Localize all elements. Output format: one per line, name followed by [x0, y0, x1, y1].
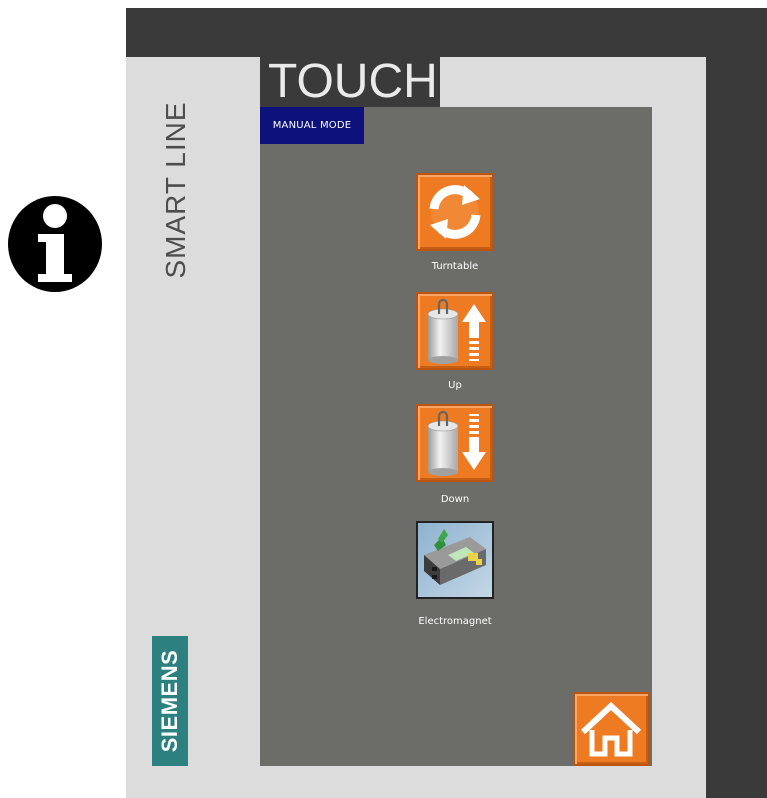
turntable-button[interactable] [416, 173, 494, 251]
down-label: Down [440, 494, 470, 505]
electromagnet-machine-icon [418, 523, 492, 597]
product-title: TOUCH [260, 57, 440, 107]
rotate-arrows-icon [429, 185, 481, 239]
home-icon [580, 701, 642, 757]
turntable-label: Turntable [431, 261, 479, 272]
siemens-logo-text: SIEMENS [157, 649, 182, 753]
electromagnet-label: Electromagnet [418, 616, 492, 627]
up-button[interactable] [416, 292, 494, 370]
cylinder-down-icon [427, 410, 486, 476]
down-button[interactable] [416, 404, 494, 482]
series-label: SMART LINE [160, 101, 191, 279]
electromagnet-button[interactable] [416, 521, 494, 599]
hmi-panel: TOUCH SMART LINE SIEMENS MANUAL MODE Tur… [0, 0, 767, 798]
mode-badge: MANUAL MODE [260, 107, 364, 144]
cylinder-up-icon [427, 298, 486, 364]
info-icon[interactable] [8, 196, 102, 292]
home-button[interactable] [573, 692, 650, 766]
up-label: Up [448, 380, 462, 391]
